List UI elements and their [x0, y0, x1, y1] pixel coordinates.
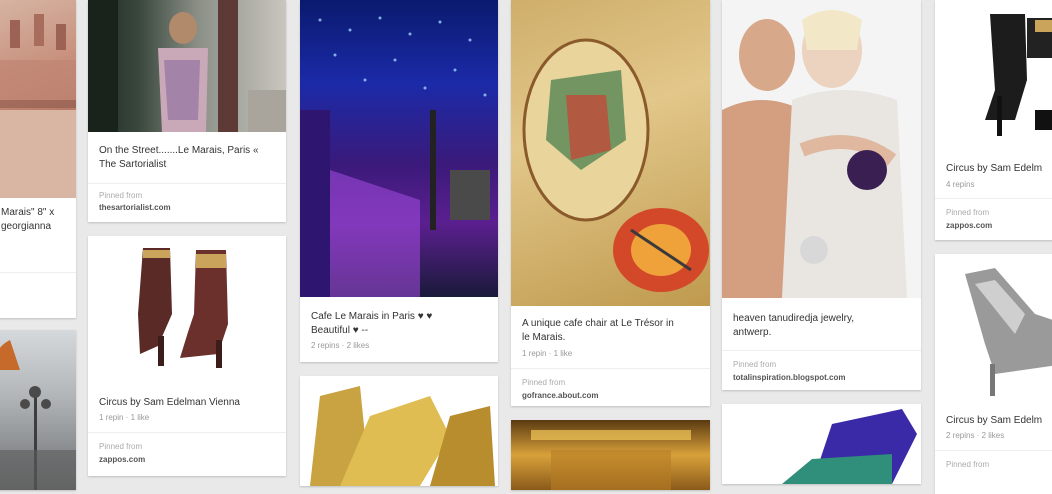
pin-image[interactable]: [935, 0, 1052, 152]
street-photo-illustration: [88, 0, 286, 132]
building-illustration: [0, 14, 76, 198]
pin-description: Cafe Le Marais in Paris ♥ ♥ Beautiful ♥ …: [311, 311, 433, 336]
pin-card[interactable]: [300, 376, 498, 486]
pin-card[interactable]: Marais" 8" x georgianna: [0, 0, 76, 318]
pin-image[interactable]: [88, 236, 286, 382]
pin-card[interactable]: A unique cafe chair at Le Trésor in le M…: [511, 0, 710, 406]
pin-card[interactable]: [511, 420, 710, 490]
pin-image[interactable]: [511, 0, 710, 306]
divider: [722, 350, 921, 351]
source-link[interactable]: totalinspiration.blogspot.com: [733, 373, 845, 382]
cafe-night-illustration: [300, 16, 490, 297]
divider: [0, 272, 76, 273]
pin-description: heaven tanudiredja jewelry, antwerp.: [733, 313, 855, 338]
pin-description: Circus by Sam Edelm: [946, 163, 1043, 174]
pin-image[interactable]: [300, 376, 498, 486]
pin-stats: 4 repins: [946, 180, 975, 189]
pinned-from-label: Pinned from: [946, 208, 990, 217]
pin-card[interactable]: On the Street.......Le Marais, Paris « T…: [88, 0, 286, 222]
pin-image[interactable]: [722, 0, 921, 298]
pinned-from-label: Pinned from: [99, 191, 143, 200]
pinned-from-label: Pinned from: [99, 442, 143, 451]
source-link[interactable]: zappos.com: [946, 221, 992, 230]
pin-card[interactable]: Circus by Sam Edelm 4 repins Pinned from…: [935, 0, 1052, 240]
pin-card[interactable]: Circus by Sam Edelman Vienna 1 repin · 1…: [88, 236, 286, 476]
pin-description: Circus by Sam Edelm: [946, 415, 1043, 426]
pin-description: Circus by Sam Edelman Vienna: [99, 397, 240, 408]
pinned-from-label: Pinned from: [733, 360, 777, 369]
chair-illustration: [522, 38, 709, 292]
source-link[interactable]: zappos.com: [99, 455, 145, 464]
pin-stats: 1 repin · 1 like: [522, 349, 573, 358]
divider: [88, 183, 286, 184]
pin-description: A unique cafe chair at Le Trésor in le M…: [522, 318, 674, 343]
boots-illustration: [138, 248, 228, 368]
pinned-from-label: Pinned from: [946, 460, 990, 469]
black-boots-illustration: [985, 14, 1052, 136]
pin-stats: 2 repins · 2 likes: [311, 341, 370, 350]
pin-image[interactable]: [935, 254, 1052, 402]
silver-heels-illustration: [965, 268, 1052, 396]
divider: [88, 432, 286, 433]
pinned-from-label: Pinned from: [522, 378, 566, 387]
gold-interior-illustration: [531, 430, 691, 490]
source-link[interactable]: gofrance.about.com: [522, 391, 598, 400]
pin-image[interactable]: [0, 330, 76, 490]
pin-card[interactable]: [722, 404, 921, 484]
street-lamp-illustration: [0, 340, 76, 490]
source-link[interactable]: thesartorialist.com: [99, 203, 171, 212]
pin-stats: 1 repin · 1 like: [99, 413, 150, 422]
pin-stats: 2 repins · 2 likes: [946, 431, 1005, 440]
pin-image[interactable]: [722, 404, 921, 484]
pin-image[interactable]: [88, 0, 286, 132]
pin-description: On the Street.......Le Marais, Paris « T…: [99, 145, 259, 170]
divider: [511, 368, 710, 369]
jewelry-models-illustration: [722, 10, 907, 298]
gold-shoes-illustration: [310, 386, 495, 486]
pin-card[interactable]: [0, 330, 76, 490]
pin-image[interactable]: [511, 420, 710, 490]
divider: [935, 450, 1052, 451]
pin-image[interactable]: [300, 0, 498, 297]
blue-shoe-illustration: [782, 409, 917, 484]
pin-description: Marais" 8" x georgianna: [1, 207, 55, 232]
pin-card[interactable]: Cafe Le Marais in Paris ♥ ♥ Beautiful ♥ …: [300, 0, 498, 362]
pin-image[interactable]: [0, 0, 76, 198]
pin-card[interactable]: heaven tanudiredja jewelry, antwerp. Pin…: [722, 0, 921, 390]
pin-card[interactable]: Circus by Sam Edelm 2 repins · 2 likes P…: [935, 254, 1052, 494]
divider: [935, 198, 1052, 199]
